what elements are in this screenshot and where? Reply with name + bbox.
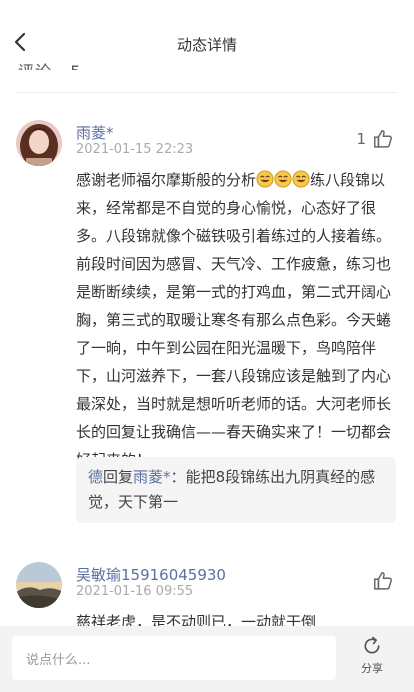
share-icon <box>364 636 380 654</box>
reply-author[interactable]: 德 <box>88 468 103 486</box>
avatar-image <box>16 562 62 608</box>
comment-text-rest: 练八段锦以来，经常都是不自觉的身心愉悦，心态好了很多。八段锦就像个磁铁吸引着练过… <box>76 171 392 469</box>
like-button[interactable]: 1 <box>356 128 394 150</box>
reply-separator: ： <box>170 468 186 486</box>
like-count: 1 <box>356 130 366 148</box>
comment-username[interactable]: 雨菱* <box>76 122 114 143</box>
comment-timestamp: 2021-01-15 22:23 <box>76 142 194 157</box>
comment-input[interactable]: 说点什么... <box>12 636 336 680</box>
reply-target[interactable]: 雨菱* <box>133 468 171 486</box>
comment-username[interactable]: 吴敏瑜15916045930 <box>76 564 226 585</box>
grinning-emoji-icon <box>274 170 292 188</box>
comment-timestamp: 2021-01-16 09:55 <box>76 584 194 599</box>
thumbs-up-icon <box>374 572 392 590</box>
grinning-emoji-icon <box>292 170 310 188</box>
reply-action: 回复 <box>103 468 134 486</box>
share-label: 分享 <box>361 662 383 675</box>
grinning-emoji-icon <box>256 170 274 188</box>
avatar-image <box>16 120 62 166</box>
like-button[interactable] <box>372 570 394 592</box>
share-button[interactable]: 分享 <box>352 636 392 682</box>
comment-text-start: 感谢老师福尔摩斯般的分析 <box>76 171 257 189</box>
top-bar: 动态详情 评论 · 5 <box>0 0 414 84</box>
avatar[interactable] <box>16 562 62 608</box>
page-title: 动态详情 <box>176 36 237 54</box>
comment-body: 感谢老师福尔摩斯般的分析 练八段锦以来，经常都是不自觉的身心愉悦，心态好了很多。八… <box>76 166 396 474</box>
thumbs-up-icon <box>374 130 392 148</box>
reply-box[interactable]: 德回复雨菱*：能把8段锦练出九阴真经的感觉，天下第一 <box>76 457 396 523</box>
bottom-bar: 说点什么... 分享 <box>0 626 414 692</box>
section-divider <box>16 92 398 93</box>
comments-section-title: 评论 · 5 <box>18 52 81 70</box>
avatar[interactable] <box>16 120 62 166</box>
